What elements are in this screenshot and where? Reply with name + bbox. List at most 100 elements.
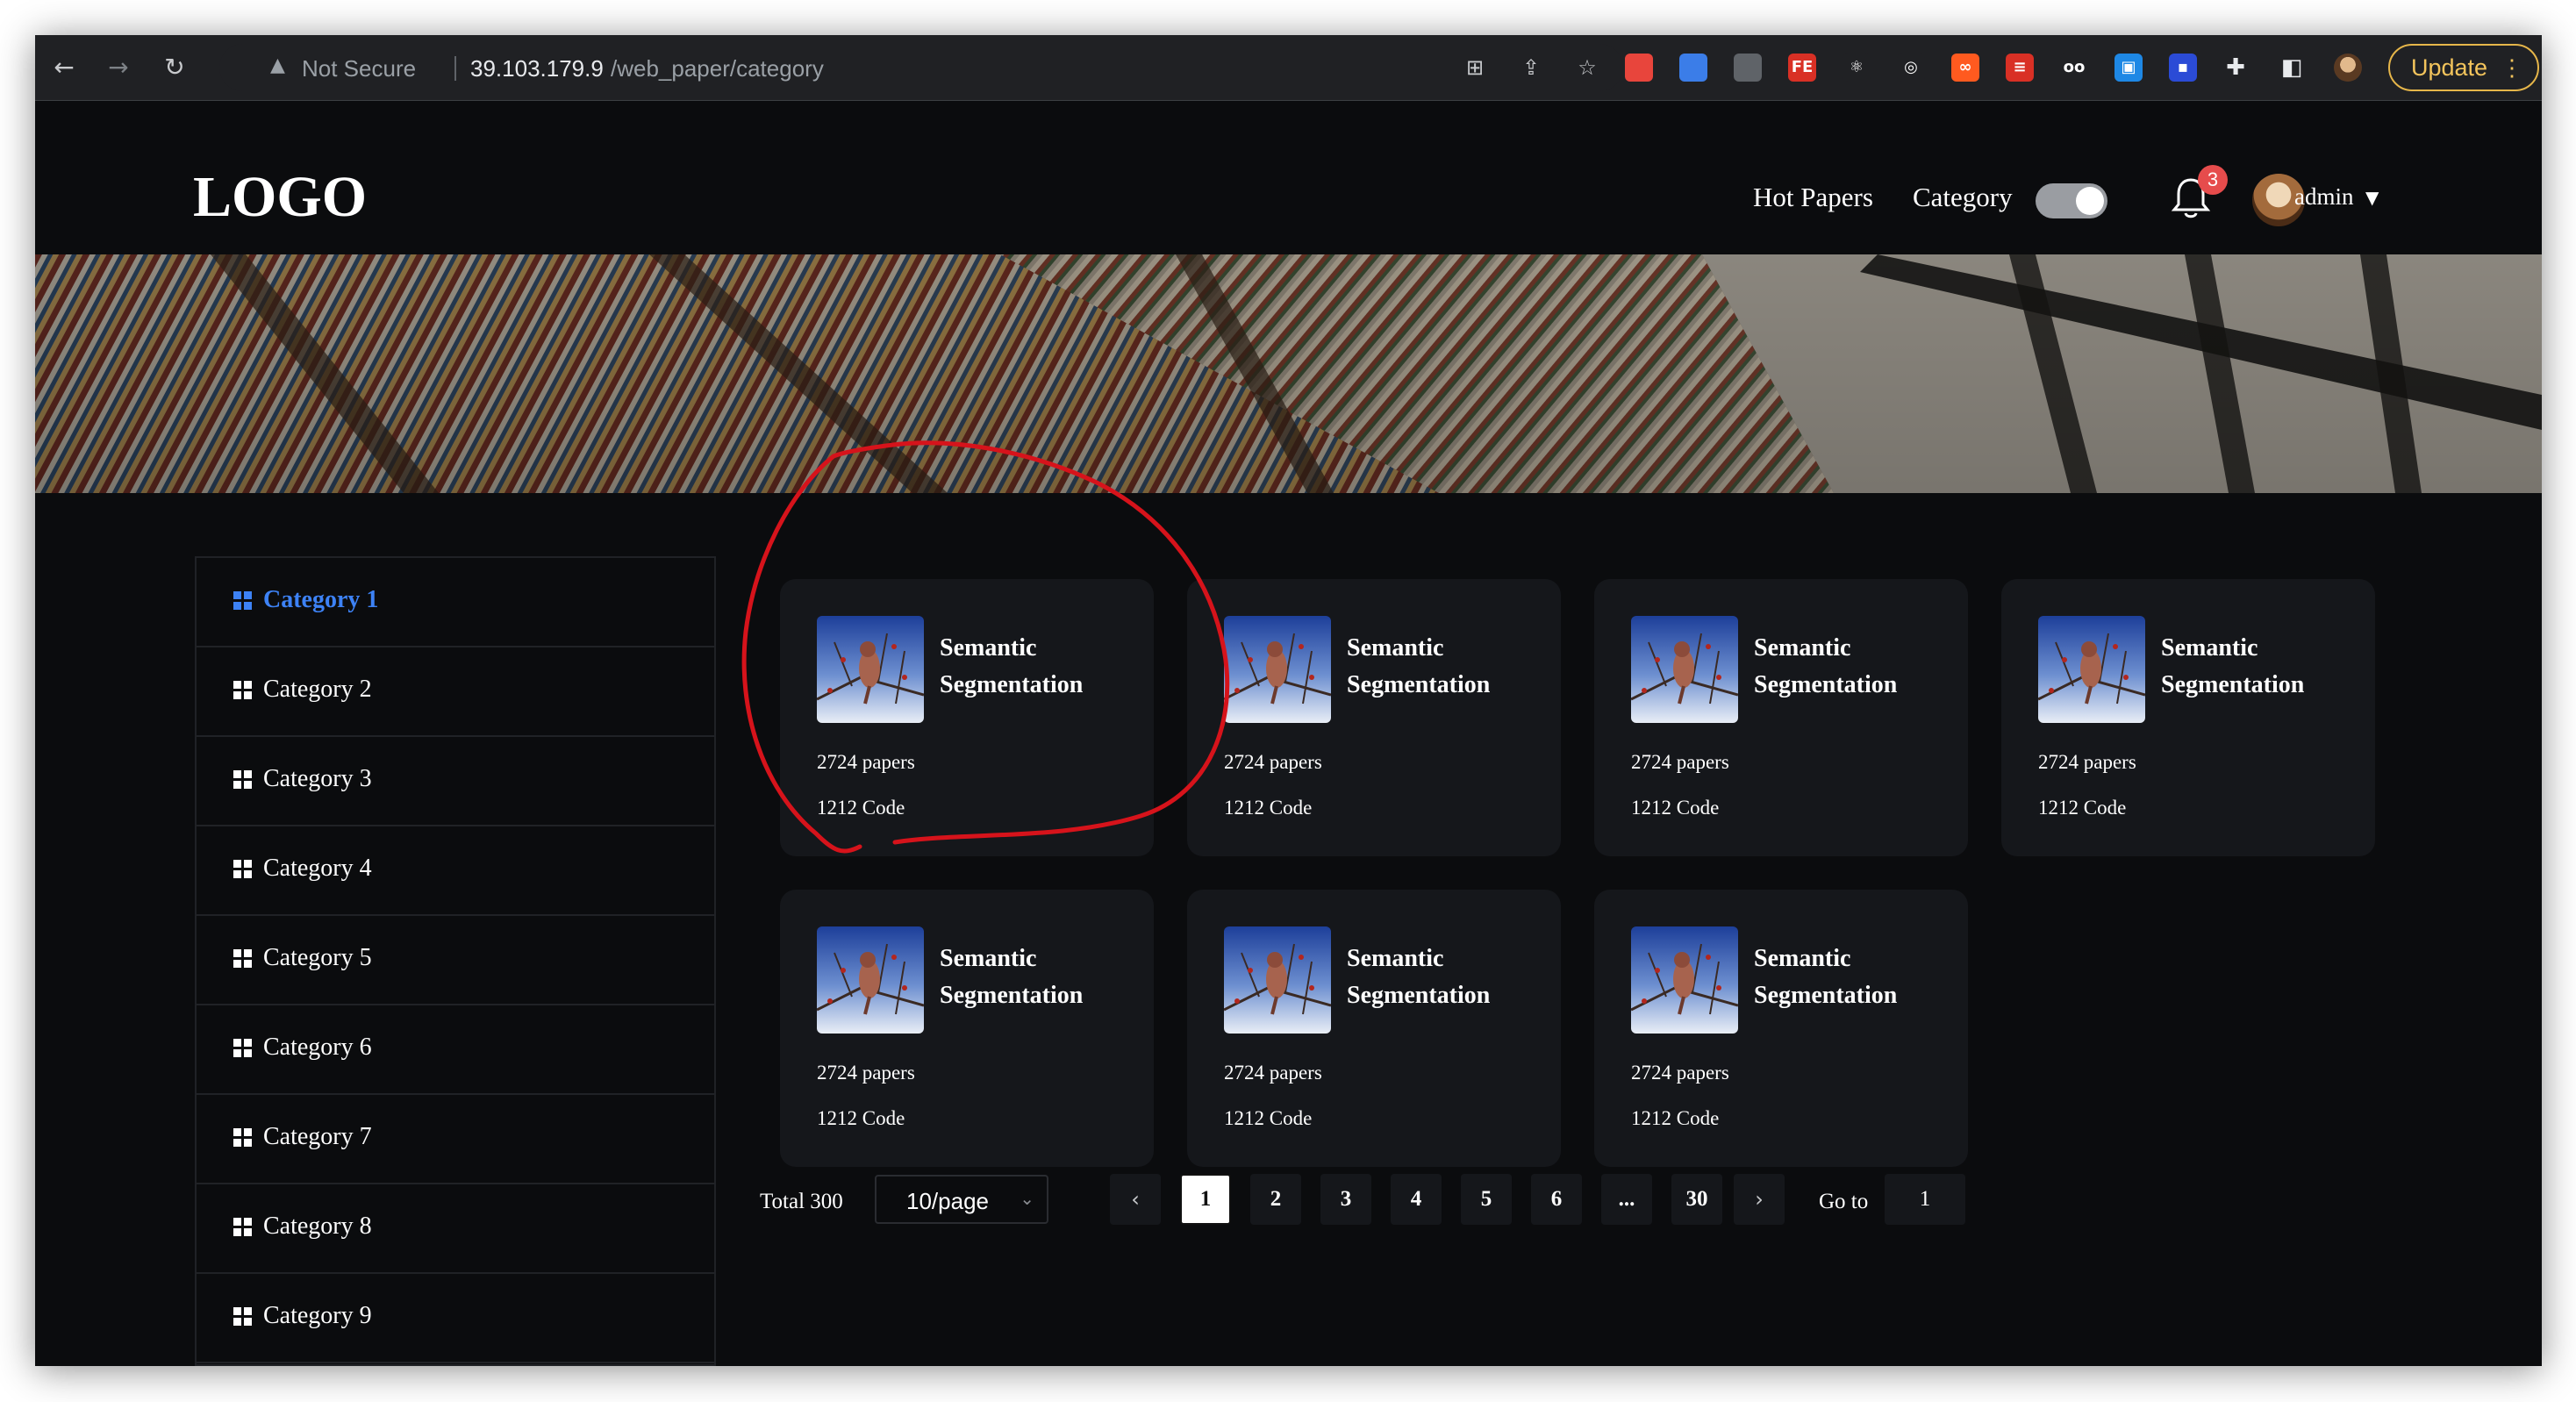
card-title: Semantic Segmentation (1347, 945, 1491, 1009)
sidebar-item-category-2[interactable]: Category 2 (197, 647, 714, 737)
grid-icon (233, 860, 253, 879)
page-button-6[interactable]: 6 (1531, 1174, 1582, 1225)
blue-box-extension-icon[interactable]: ▪ (2169, 54, 2197, 82)
toggle-knob (2076, 187, 2104, 215)
grid-icon (233, 1128, 253, 1148)
page-size-label: 10/page (906, 1188, 989, 1214)
gray-square-extension-icon[interactable] (1734, 54, 1762, 82)
category-card[interactable]: Semantic Segmentation 2724 papers 1212 Cod… (1187, 890, 1561, 1167)
banner-overlay (35, 254, 2542, 493)
sidebar-item-label: Category 2 (263, 676, 372, 703)
back-arrow-icon[interactable]: ← (46, 49, 82, 86)
address-divider (454, 56, 456, 81)
browser-toolbar: ← → ↻ ▲ Not Secure 39.103.179.9 /web_pap… (35, 35, 2542, 101)
robot-extension-icon[interactable]: ▣ (2114, 54, 2143, 82)
category-card[interactable]: Semantic Segmentation 2724 papers 1212 Cod… (1594, 579, 1968, 856)
sidebar-item-category-3[interactable]: Category 3 (197, 737, 714, 826)
page-button-3[interactable]: 3 (1320, 1174, 1371, 1225)
sidebar-item-label: Category 5 (263, 944, 372, 971)
caret-down-icon[interactable]: ▼ (2365, 187, 2379, 208)
bird-thumbnail-image (2038, 616, 2145, 723)
page-size-select[interactable]: 10/page ⌄ (875, 1175, 1048, 1224)
nav-hot-papers[interactable]: Hot Papers (1753, 182, 1873, 213)
category-card[interactable]: Semantic Segmentation 2724 papers 1212 Cod… (1594, 890, 1968, 1167)
card-code-count: 1212 Code (1631, 1107, 1720, 1129)
next-page-chevron-icon[interactable]: › (1734, 1174, 1785, 1225)
card-code-count: 1212 Code (817, 1107, 905, 1129)
target-extension-icon[interactable]: ◎ (1897, 54, 1925, 82)
card-title: Semantic Segmentation (1754, 634, 1898, 698)
browser-window: ← → ↻ ▲ Not Secure 39.103.179.9 /web_pap… (35, 35, 2542, 1366)
sidebar-item-category-9[interactable]: Category 9 (197, 1274, 714, 1363)
glasses-extension-icon[interactable]: oo (2060, 54, 2088, 82)
color-wheel-extension-icon[interactable] (1625, 54, 1653, 82)
card-code-count: 1212 Code (1631, 797, 1720, 819)
security-label[interactable]: Not Secure (302, 55, 416, 82)
category-sidebar: Category 1 Category 2 Category 3 Category 4… (195, 556, 716, 1366)
sidebar-item-label: Category 3 (263, 765, 372, 792)
cloud-extension-icon[interactable] (1679, 54, 1707, 82)
page-button-1[interactable]: 1 (1180, 1174, 1231, 1225)
warning-triangle-icon: ▲ (270, 54, 285, 76)
card-title: Semantic Segmentation (940, 634, 1084, 698)
card-paper-count: 2724 papers (817, 751, 915, 773)
infinity-extension-icon[interactable]: ∞ (1951, 54, 1979, 82)
card-paper-count: 2724 papers (1224, 1062, 1322, 1084)
grid-icon (233, 770, 253, 790)
red-list-extension-icon[interactable]: ≡ (2006, 54, 2034, 82)
update-button[interactable]: Update ⋮ (2388, 44, 2539, 91)
url-path: /web_paper/category (611, 55, 824, 82)
category-card[interactable]: Semantic Segmentation 2724 papers 1212 Cod… (2001, 579, 2375, 856)
card-paper-count: 2724 papers (2038, 751, 2136, 773)
nav-category[interactable]: Category (1913, 182, 2013, 213)
forward-arrow-icon[interactable]: → (100, 49, 137, 86)
card-title: Semantic Segmentation (2161, 634, 2305, 698)
bookmark-star-icon[interactable]: ☆ (1574, 54, 1600, 81)
page-button-4[interactable]: 4 (1391, 1174, 1442, 1225)
fe-extension-icon[interactable]: FE (1788, 54, 1816, 82)
username[interactable]: admin (2294, 183, 2354, 211)
card-paper-count: 2724 papers (817, 1062, 915, 1084)
bird-thumbnail-image (817, 616, 924, 723)
share-icon[interactable]: ⇪ (1518, 54, 1544, 81)
page-button-30[interactable]: 30 (1671, 1174, 1722, 1225)
profile-avatar-icon[interactable] (2334, 54, 2362, 82)
pagination-ellipsis[interactable]: ... (1601, 1174, 1652, 1225)
category-card[interactable]: Semantic Segmentation 2724 papers 1212 Cod… (780, 890, 1154, 1167)
site-header: LOGO Hot Papers Category 3 admin ▼ (35, 101, 2542, 254)
category-card[interactable]: Semantic Segmentation 2724 papers 1212 Cod… (780, 579, 1154, 856)
card-code-count: 1212 Code (1224, 1107, 1313, 1129)
pagination-total: Total 300 (760, 1190, 843, 1213)
page-button-2[interactable]: 2 (1250, 1174, 1301, 1225)
site-logo[interactable]: LOGO (193, 164, 367, 231)
bird-thumbnail-image (817, 926, 924, 1034)
reload-icon[interactable]: ↻ (156, 49, 193, 86)
prev-page-chevron-icon[interactable]: ‹ (1110, 1174, 1161, 1225)
card-paper-count: 2724 papers (1224, 751, 1322, 773)
page-button-5[interactable]: 5 (1461, 1174, 1512, 1225)
url-host: 39.103.179.9 (470, 55, 604, 82)
card-title: Semantic Segmentation (940, 945, 1084, 1009)
grid-icon (233, 591, 253, 611)
extensions-puzzle-icon[interactable]: ✚ (2222, 54, 2250, 82)
more-menu-icon[interactable]: ⋮ (2501, 46, 2523, 89)
sidebar-item-category-6[interactable]: Category 6 (197, 1005, 714, 1095)
sidebar-item-category-4[interactable]: Category 4 (197, 826, 714, 916)
theme-toggle[interactable] (2036, 183, 2107, 218)
sidebar-item-category-7[interactable]: Category 7 (197, 1095, 714, 1184)
sidebar-item-category-8[interactable]: Category 8 (197, 1184, 714, 1274)
grid-icon (233, 681, 253, 700)
translate-icon[interactable]: ⊞ (1462, 54, 1488, 81)
sidebar-item-category-1[interactable]: Category 1 (197, 558, 714, 647)
goto-page-input[interactable]: 1 (1885, 1174, 1965, 1225)
bird-thumbnail-image (1224, 616, 1331, 723)
address-bar[interactable]: ▲ Not Secure 39.103.179.9 /web_paper/cat… (219, 44, 1623, 91)
sidebar-item-category-5[interactable]: Category 5 (197, 916, 714, 1005)
sidebar-item-label: Category 4 (263, 855, 372, 882)
category-card[interactable]: Semantic Segmentation 2724 papers 1212 Cod… (1187, 579, 1561, 856)
side-panel-icon[interactable]: ◧ (2278, 54, 2306, 82)
react-extension-icon[interactable]: ⚛ (1843, 54, 1871, 82)
sidebar-item-label: Category 8 (263, 1212, 372, 1240)
bird-thumbnail-image (1224, 926, 1331, 1034)
card-code-count: 1212 Code (817, 797, 905, 819)
